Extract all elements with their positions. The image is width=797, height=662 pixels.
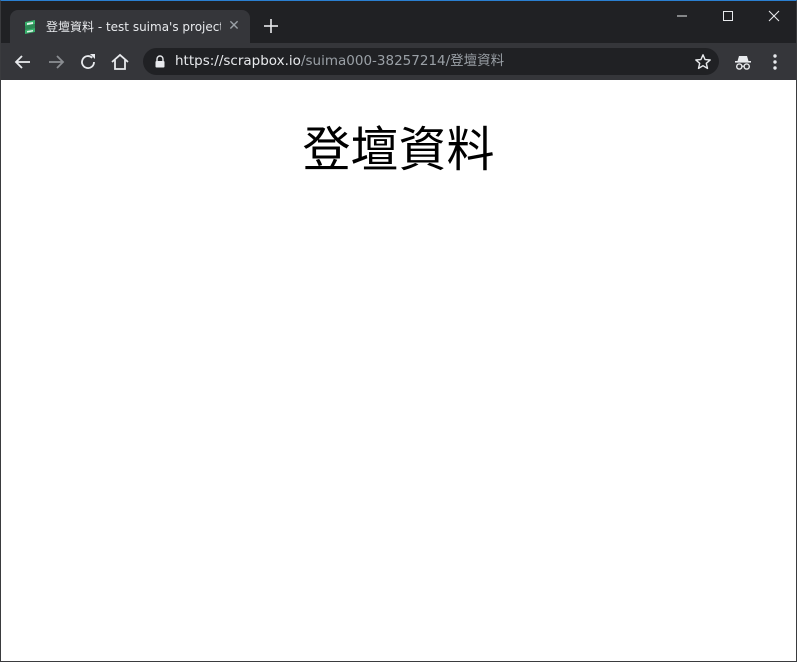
kebab-menu-icon[interactable] — [767, 52, 783, 72]
minimize-icon — [677, 15, 687, 17]
browser-window: 登壇資料 - test suima's project ✕ https://sc… — [0, 0, 797, 662]
url-host: https://scrapbox.io — [175, 53, 301, 69]
star-icon[interactable] — [694, 53, 712, 71]
tab-strip: 登壇資料 - test suima's project ✕ — [1, 1, 796, 43]
maximize-button[interactable] — [705, 1, 751, 31]
home-icon[interactable] — [109, 51, 131, 73]
tab-title: 登壇資料 - test suima's project — [46, 20, 221, 34]
minimize-button[interactable] — [659, 1, 705, 31]
arrow-right-icon[interactable] — [45, 51, 67, 73]
tab-close-button[interactable]: ✕ — [226, 18, 242, 34]
reload-icon[interactable] — [77, 51, 99, 73]
browser-toolbar: https://scrapbox.io/suima000-38257214/登壇… — [1, 43, 796, 80]
url-path: /suima000-38257214/登壇資料 — [300, 53, 505, 69]
close-window-button[interactable] — [751, 1, 796, 31]
incognito-icon[interactable] — [733, 52, 753, 72]
close-icon — [768, 10, 780, 22]
new-tab-button[interactable] — [260, 15, 282, 37]
tab-active[interactable]: 登壇資料 - test suima's project ✕ — [10, 10, 250, 43]
address-bar[interactable]: https://scrapbox.io/suima000-38257214/登壇… — [143, 48, 719, 75]
page-content: 登壇資料 — [1, 80, 796, 661]
url-text[interactable]: https://scrapbox.io/suima000-38257214/登壇… — [175, 53, 504, 70]
lock-icon[interactable] — [154, 55, 166, 68]
maximize-icon — [723, 11, 733, 21]
scrapbox-favicon-icon — [25, 20, 35, 34]
page-title: 登壇資料 — [302, 122, 495, 178]
arrow-left-icon[interactable] — [12, 51, 34, 73]
